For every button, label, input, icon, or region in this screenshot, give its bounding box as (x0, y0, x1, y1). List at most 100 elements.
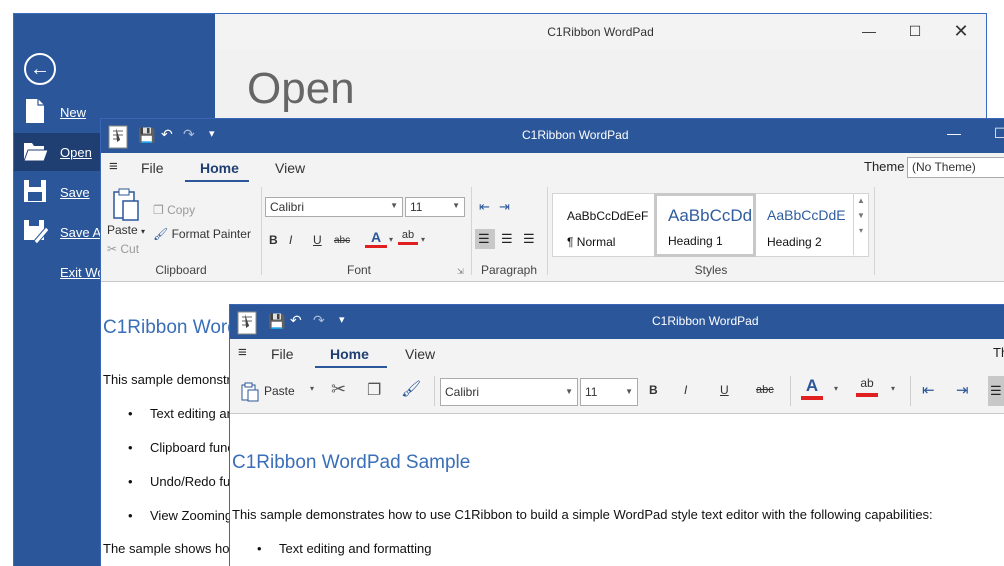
tab-selected-indicator (315, 366, 387, 368)
dropdown-arrow-icon[interactable]: ▾ (891, 384, 895, 393)
paste-icon[interactable] (111, 188, 141, 222)
align-left-button[interactable]: ☰ (475, 229, 495, 249)
font-size-select[interactable]: 11 ▼ (405, 197, 465, 217)
undo-icon[interactable]: ↶ (290, 312, 302, 329)
minimize-icon[interactable]: — (947, 125, 961, 141)
increase-indent-icon[interactable]: ⇥ (956, 381, 969, 399)
style-preview: AaBbCcDdEeF (567, 209, 649, 223)
maximize-icon[interactable]: ☐ (994, 125, 1004, 142)
tab-file[interactable]: File (271, 346, 294, 362)
copy-icon[interactable]: ❐ (367, 380, 381, 400)
strikethrough-button[interactable]: abc (334, 235, 350, 246)
align-left-button[interactable]: ☰ (988, 376, 1004, 406)
format-painter-icon[interactable]: 🖌 (401, 379, 421, 399)
document-area[interactable]: C1Ribbon WordPad Sample This sample demo… (230, 414, 1004, 566)
increase-indent-icon[interactable]: ⇥ (499, 199, 510, 215)
font-color-icon: A (805, 376, 819, 395)
underline-button[interactable]: U (313, 233, 322, 247)
customize-qat-icon[interactable]: ▾ (339, 313, 345, 326)
style-name: ¶ Normal (567, 235, 616, 249)
group-label-font: Font (346, 263, 371, 277)
more-icon: ▾ (858, 226, 863, 235)
document-heading: C1Ribbon WordPad Sample (232, 452, 471, 473)
bold-button[interactable]: B (649, 383, 658, 397)
font-family-select[interactable]: Calibri ▼ (440, 378, 578, 406)
align-right-icon[interactable]: ☰ (523, 231, 535, 247)
tab-file[interactable]: File (141, 160, 164, 176)
window-title: C1Ribbon WordPad (652, 314, 759, 328)
style-preview: AaBbCcDdE (767, 207, 846, 223)
align-center-icon[interactable]: ☰ (501, 231, 513, 247)
style-heading-1[interactable]: AaBbCcDd Heading 1 (654, 193, 756, 257)
group-divider (261, 187, 262, 275)
menu-icon[interactable]: ≡ (238, 344, 247, 361)
dropdown-arrow-icon[interactable]: ▾ (421, 235, 425, 244)
style-name: Heading 2 (767, 235, 822, 249)
tab-view[interactable]: View (275, 160, 305, 176)
format-painter-button[interactable]: 🖌 Format Painter (153, 227, 251, 241)
highlight-icon: ab (401, 229, 415, 241)
paste-button[interactable]: Paste (264, 384, 295, 398)
font-family-select[interactable]: Calibri ▼ (265, 197, 403, 217)
tab-view[interactable]: View (405, 346, 435, 362)
backstage-page-title: Open (247, 64, 355, 113)
app-icon (237, 311, 257, 335)
simplified-ribbon-toolbar: Paste ▾ ✂ ❐ 🖌 Calibri ▼ 11 ▼ B I U abc A ▾… (230, 369, 1004, 414)
font-color-button[interactable]: A (801, 376, 823, 400)
dropdown-arrow-icon[interactable]: ▾ (834, 384, 838, 393)
style-preview: AaBbCcDd (668, 206, 752, 225)
group-divider (874, 187, 875, 275)
decrease-indent-icon[interactable]: ⇤ (479, 199, 490, 215)
styles-scroll[interactable]: ▲ ▼ ▾ (853, 193, 868, 255)
align-left-icon: ☰ (478, 231, 490, 246)
font-size-select[interactable]: 11 ▼ (580, 378, 638, 406)
font-color-button[interactable]: A (365, 229, 387, 248)
dropdown-arrow-icon[interactable]: ▾ (310, 384, 314, 393)
theme-select[interactable]: (No Theme) (907, 157, 1004, 178)
italic-button[interactable]: I (289, 233, 292, 247)
redo-icon[interactable]: ↷ (183, 126, 195, 143)
menu-icon[interactable]: ≡ (109, 158, 118, 175)
copy-button[interactable]: ❐ Copy (153, 203, 195, 217)
toolbar-divider (790, 376, 791, 406)
paste-icon[interactable] (240, 382, 260, 402)
decrease-indent-icon[interactable]: ⇤ (922, 381, 935, 399)
theme-label: Theme (864, 159, 905, 174)
save-icon[interactable]: 💾 (138, 127, 155, 144)
cut-button[interactable]: ✂ Cut (107, 242, 139, 256)
font-color-icon: A (370, 229, 382, 245)
tab-home[interactable]: Home (200, 160, 239, 176)
style-heading-2[interactable]: AaBbCcDdE Heading 2 (756, 195, 850, 253)
bold-button[interactable]: B (269, 233, 278, 247)
highlight-color-button[interactable]: ab (398, 229, 418, 245)
italic-button[interactable]: I (684, 383, 687, 397)
redo-icon[interactable]: ↷ (313, 312, 325, 329)
highlight-icon: ab (860, 376, 874, 390)
open-folder-icon (23, 143, 48, 162)
dropdown-arrow-icon[interactable]: ▾ (389, 235, 393, 244)
back-arrow-icon[interactable]: ← (24, 53, 56, 85)
tab-home[interactable]: Home (330, 346, 369, 362)
group-divider (471, 187, 472, 275)
list-item: View Zooming (128, 508, 232, 523)
ribbon-tabs: ≡ File Home View Th (230, 339, 1004, 369)
maximize-icon[interactable]: ☐ (892, 14, 938, 48)
style-normal[interactable]: AaBbCcDdEeF ¶ Normal (555, 195, 652, 253)
toolbar-divider (434, 376, 435, 406)
save-icon[interactable]: 💾 (268, 313, 285, 330)
app-icon (108, 125, 128, 149)
backstage-item-label: Save (60, 185, 90, 200)
close-icon[interactable]: ✕ (938, 14, 984, 48)
backstage-item-label: New (60, 105, 87, 120)
strikethrough-button[interactable]: abc (756, 384, 774, 396)
wordpad-window-3: 💾 ↶ ↷ ▾ C1Ribbon WordPad ≡ File Home Vie… (229, 304, 1004, 566)
customize-qat-icon[interactable]: ▾ (209, 127, 215, 140)
cut-icon[interactable]: ✂ (331, 379, 346, 400)
paste-button[interactable]: Paste ▾ (107, 223, 145, 237)
highlight-color-button[interactable]: ab (856, 376, 878, 397)
scroll-down-icon: ▼ (857, 211, 865, 220)
underline-button[interactable]: U (720, 383, 729, 397)
minimize-icon[interactable]: — (846, 14, 892, 48)
group-label-styles: Styles (694, 263, 728, 277)
undo-icon[interactable]: ↶ (161, 126, 173, 143)
